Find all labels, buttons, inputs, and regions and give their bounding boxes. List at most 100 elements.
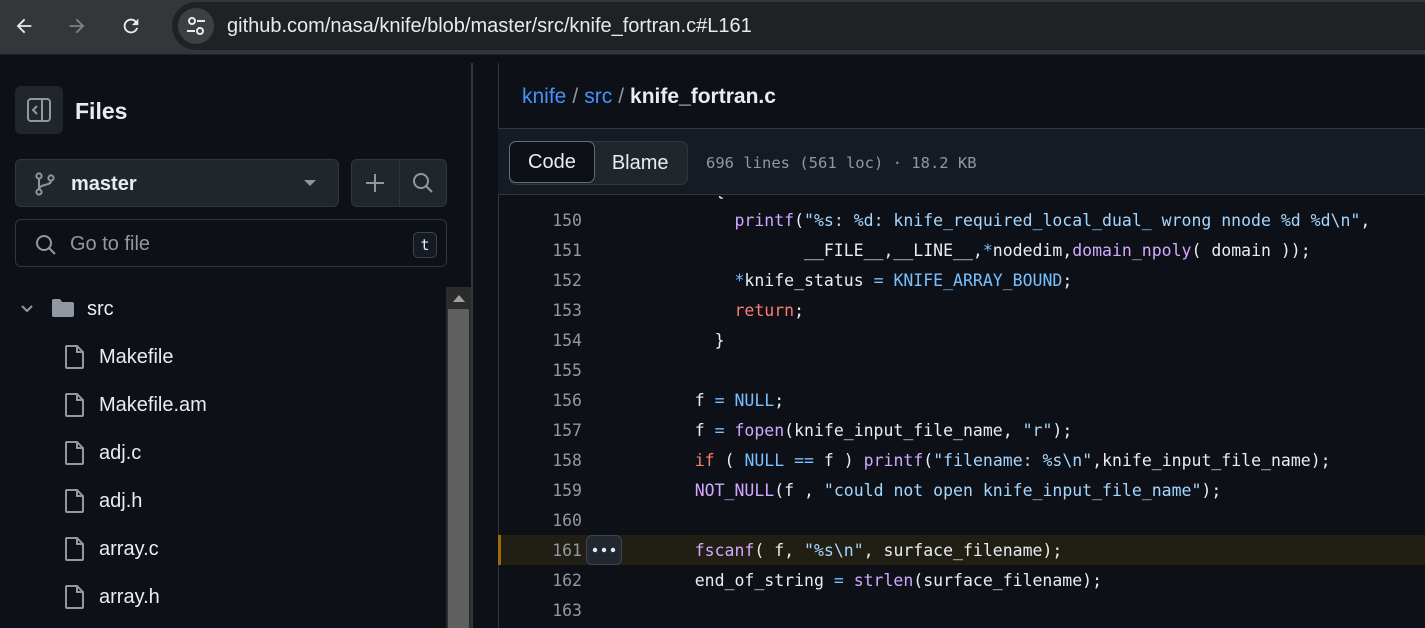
tree-item-adj-c[interactable]: adj.c: [0, 429, 445, 477]
branch-selector[interactable]: master: [15, 159, 339, 207]
browser-toolbar: github.com/nasa/knife/blob/master/src/kn…: [0, 0, 1425, 55]
code-line[interactable]: 156 f = NULL;: [498, 385, 1425, 415]
breadcrumb-dir-link[interactable]: src: [584, 85, 612, 108]
address-bar[interactable]: github.com/nasa/knife/blob/master/src/kn…: [172, 2, 1425, 50]
branch-name: master: [71, 173, 137, 195]
tree-item-label: Makefile: [99, 346, 174, 368]
code-token: {: [655, 196, 725, 200]
folder-icon: [52, 299, 74, 317]
code-line[interactable]: 151 __FILE__,__LINE__,*nodedim,domain_np…: [498, 235, 1425, 265]
collapse-sidebar-button[interactable]: [15, 86, 63, 134]
line-number[interactable]: 153: [498, 301, 582, 320]
code-token: (: [794, 211, 805, 230]
tab-blame[interactable]: Blame: [594, 142, 687, 184]
code-text: }: [655, 331, 725, 350]
code-lines: 149 {150 printf("%s: %d: knife_required_…: [498, 196, 1425, 625]
file-icon: [65, 537, 84, 561]
line-number[interactable]: 152: [498, 271, 582, 290]
code-line[interactable]: 155: [498, 355, 1425, 385]
tree-item-label: adj.c: [99, 442, 142, 464]
add-file-button[interactable]: [352, 160, 399, 206]
go-to-file-box[interactable]: t: [15, 219, 447, 267]
code-line[interactable]: 149 {: [498, 196, 1425, 205]
line-number[interactable]: 154: [498, 331, 582, 350]
breadcrumb-repo-link[interactable]: knife: [522, 85, 566, 108]
go-to-file-input[interactable]: [70, 232, 400, 256]
file-icon: [65, 345, 84, 369]
scrollbar-thumb[interactable]: [448, 309, 469, 628]
code-token: __FILE__,__LINE__,: [655, 241, 983, 260]
line-number[interactable]: 161: [498, 541, 582, 560]
code-token: , surface_filename);: [863, 541, 1063, 560]
line-number[interactable]: 158: [498, 451, 582, 470]
code-token: NULL: [734, 391, 775, 410]
file-icon: [65, 441, 84, 465]
code-token: printf: [863, 451, 924, 470]
tree-item-array-h[interactable]: array.h: [0, 573, 445, 621]
line-number[interactable]: 163: [498, 601, 582, 620]
code-token: (surface_filename);: [913, 571, 1103, 590]
code-token: NOT_NULL: [694, 481, 775, 500]
code-line[interactable]: 161 fscanf( f, "%s\n", surface_filename)…: [498, 535, 1425, 565]
breadcrumb: knife / src / knife_fortran.c: [522, 85, 776, 109]
line-number[interactable]: 157: [498, 421, 582, 440]
back-button[interactable]: [6, 8, 42, 44]
line-number[interactable]: 149: [498, 196, 582, 200]
code-line[interactable]: 152 *knife_status = KNIFE_ARRAY_BOUND;: [498, 265, 1425, 295]
line-options-button[interactable]: [586, 535, 622, 565]
reload-button[interactable]: [113, 8, 149, 44]
code-text: fscanf( f, "%s\n", surface_filename);: [655, 541, 1063, 560]
line-number[interactable]: 162: [498, 571, 582, 590]
code-line[interactable]: 163: [498, 595, 1425, 625]
code-token: fscanf: [694, 541, 755, 560]
site-info-button[interactable]: [178, 8, 214, 44]
code-token: domain_npoly: [1072, 241, 1192, 260]
forward-button[interactable]: [59, 8, 95, 44]
code-line[interactable]: 153 return;: [498, 295, 1425, 325]
line-number[interactable]: 159: [498, 481, 582, 500]
code-line[interactable]: 158 if ( NULL == f ) printf("filename: %…: [498, 445, 1425, 475]
code-token: f: [655, 421, 715, 440]
triangle-up-icon: [452, 295, 465, 302]
tree-item-adj-h[interactable]: adj.h: [0, 477, 445, 525]
code-token: =: [873, 271, 884, 290]
tree-item-makefile[interactable]: Makefile: [0, 333, 445, 381]
code-line[interactable]: 150 printf("%s: %d: knife_required_local…: [498, 205, 1425, 235]
code-line[interactable]: 154 }: [498, 325, 1425, 355]
tree-item-makefile-am[interactable]: Makefile.am: [0, 381, 445, 429]
code-line[interactable]: 162 end_of_string = strlen(surface_filen…: [498, 565, 1425, 595]
tree-item-src[interactable]: src: [0, 285, 445, 333]
code-token: "could not open knife_input_file_name": [823, 481, 1202, 500]
file-meta: 696 lines (561 loc) · 18.2 KB: [706, 154, 977, 172]
code-token: nodedim,: [992, 241, 1073, 260]
url-text[interactable]: github.com/nasa/knife/blob/master/src/kn…: [227, 15, 752, 38]
code-text: *knife_status = KNIFE_ARRAY_BOUND;: [655, 271, 1072, 290]
line-number[interactable]: 156: [498, 391, 582, 410]
tune-icon: [187, 17, 205, 35]
code-token: ( domain ));: [1191, 241, 1311, 260]
code-line[interactable]: 160: [498, 505, 1425, 535]
code-line[interactable]: 157 f = fopen(knife_input_file_name, "r"…: [498, 415, 1425, 445]
sidebar-scrollbar[interactable]: [446, 287, 471, 628]
code-line[interactable]: 159 NOT_NULL(f , "could not open knife_i…: [498, 475, 1425, 505]
git-branch-icon: [35, 172, 55, 196]
scroll-up-button[interactable]: [446, 287, 471, 309]
reload-icon: [123, 18, 139, 34]
tree-item-label: array.h: [99, 586, 160, 608]
chevron-down-icon[interactable]: [20, 302, 34, 316]
file-icon: [65, 489, 84, 513]
line-number[interactable]: 150: [498, 211, 582, 230]
code-token: ( f,: [754, 541, 805, 560]
line-number[interactable]: 155: [498, 361, 582, 380]
tab-code[interactable]: Code: [509, 141, 595, 183]
line-number[interactable]: 160: [498, 511, 582, 530]
search-code-button[interactable]: [398, 160, 446, 206]
tree-item-array-c[interactable]: array.c: [0, 525, 445, 573]
line-number[interactable]: 151: [498, 241, 582, 260]
